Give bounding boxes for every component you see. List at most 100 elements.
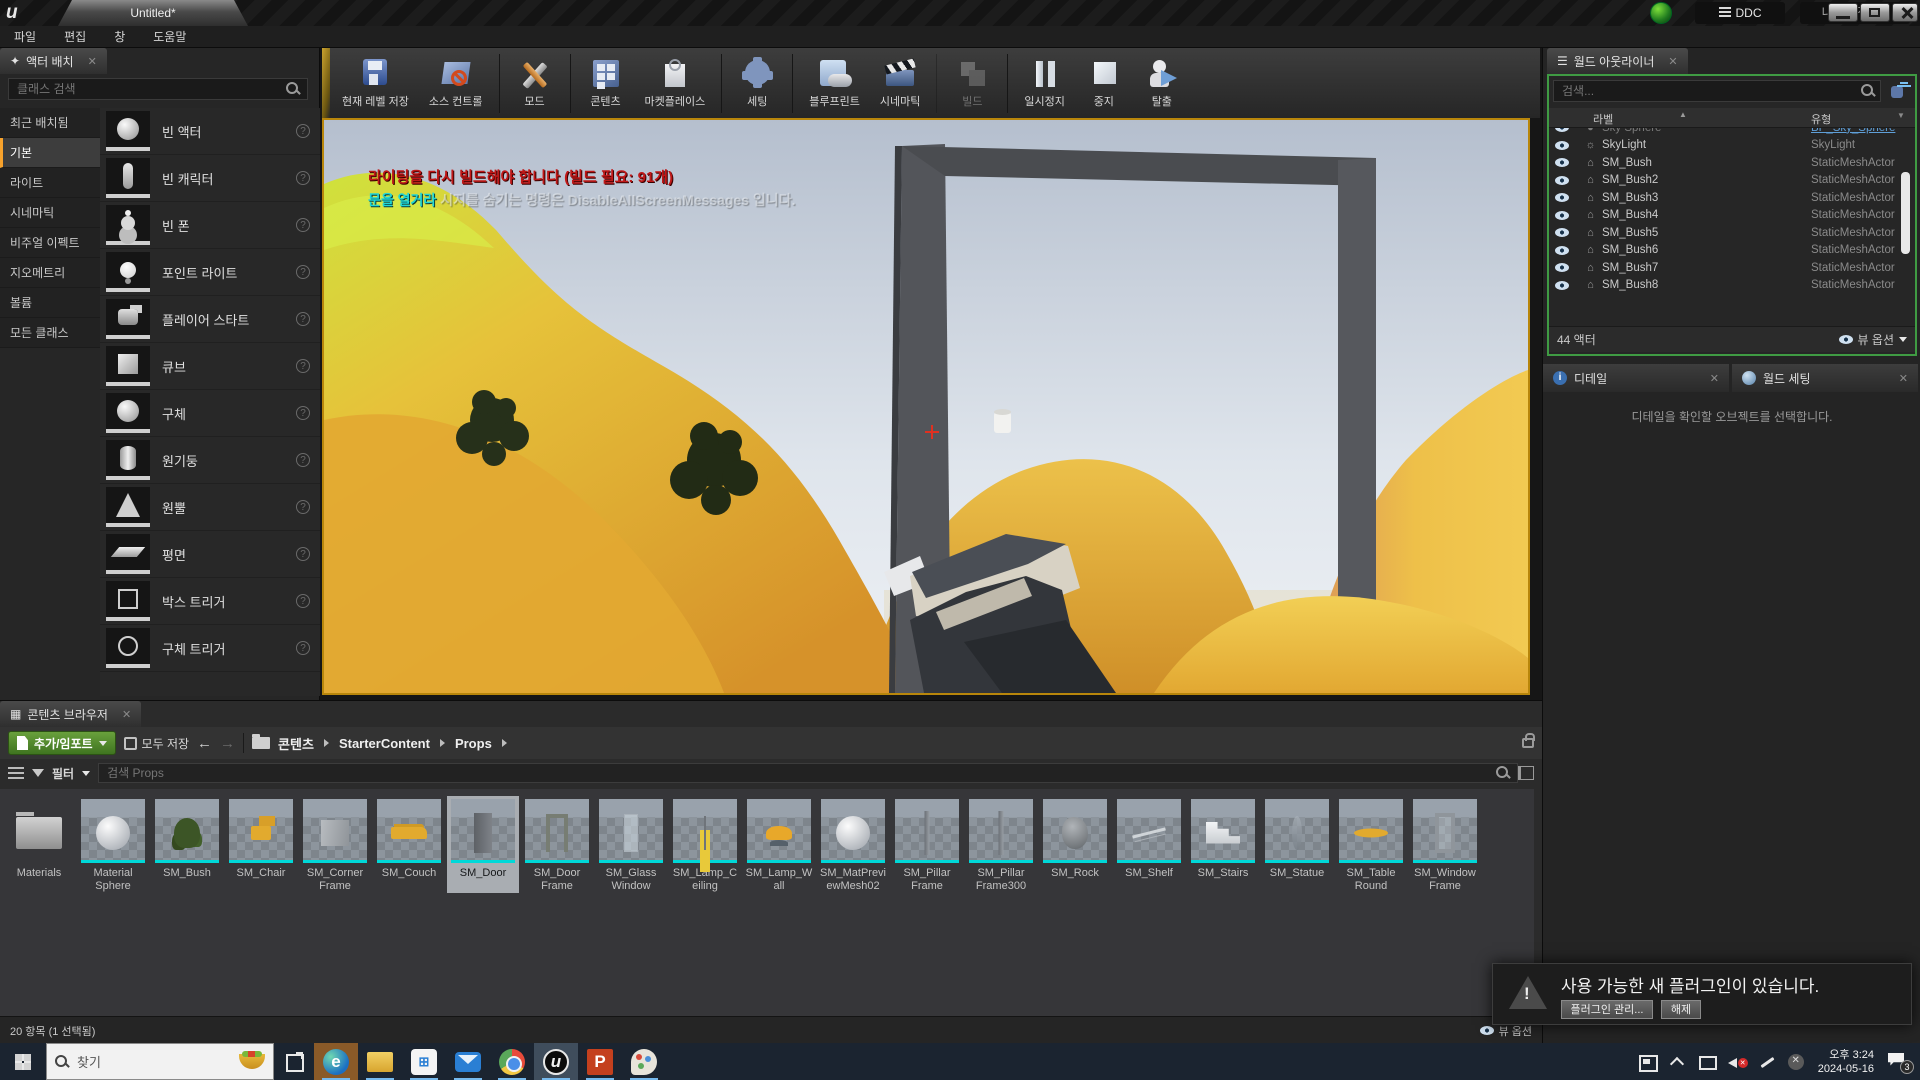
level-tab[interactable]: Untitled* <box>58 0 248 26</box>
breadcrumb-item[interactable]: StarterContent <box>339 736 430 751</box>
asset-tile[interactable]: SM_Chair <box>225 796 297 893</box>
tab-world-outliner[interactable]: ☰ 월드 아웃라이너 ✕ <box>1547 48 1688 74</box>
asset-tile[interactable]: Material Sphere <box>77 796 149 893</box>
place-category[interactable]: 모든 클래스 <box>0 318 100 348</box>
taskbar-app-button[interactable]: e <box>314 1043 358 1080</box>
toolbar-button[interactable]: 모드 <box>499 54 564 113</box>
asset-tile[interactable]: SM_MatPreviewMesh02 <box>817 796 889 893</box>
asset-tile[interactable]: SM_Door <box>447 796 519 893</box>
outliner-header[interactable]: 라벨 ▲ 유형 ▼ <box>1549 108 1915 128</box>
outliner-row[interactable]: ● Sky Sphere BP_Sky_Sphere <box>1549 128 1915 137</box>
close-icon[interactable]: ✕ <box>1668 55 1677 68</box>
place-actor-item[interactable]: 구체 트리거 ? <box>100 625 320 672</box>
back-arrow-icon[interactable]: ← <box>197 735 212 752</box>
place-category[interactable]: 기본 <box>0 138 100 168</box>
place-actor-item[interactable]: 빈 폰 ? <box>100 202 320 249</box>
close-icon[interactable]: ✕ <box>1899 372 1908 385</box>
close-icon[interactable]: ✕ <box>122 708 131 721</box>
toolbar-button[interactable]: 일시정지 <box>1007 54 1074 113</box>
place-actor-item[interactable]: 원뿔 ? <box>100 484 320 531</box>
visibility-eye-icon[interactable] <box>1555 193 1569 202</box>
visibility-eye-icon[interactable] <box>1555 128 1569 132</box>
outliner-row[interactable]: ⌂ SM_Bush2 StaticMeshActor <box>1549 172 1915 190</box>
asset-tile[interactable]: SM_Pillar Frame <box>891 796 963 893</box>
close-icon[interactable]: ✕ <box>1710 372 1719 385</box>
outliner-row[interactable]: ⌂ SM_Bush8 StaticMeshActor <box>1549 277 1915 295</box>
outliner-search-input[interactable] <box>1553 80 1881 102</box>
tab-world-settings[interactable]: 월드 세팅 ✕ <box>1732 364 1918 392</box>
place-actor-item[interactable]: 포인트 라이트 ? <box>100 249 320 296</box>
taskbar-clock[interactable]: 오후 3:24 2024-05-16 <box>1818 1048 1874 1076</box>
asset-tile[interactable]: SM_Couch <box>373 796 445 893</box>
tab-content-browser[interactable]: ▦ 콘텐츠 브라우저 ✕ <box>0 701 141 727</box>
widgets-icon[interactable] <box>1638 1054 1656 1070</box>
close-button[interactable] <box>1892 3 1918 22</box>
manage-plugins-button[interactable]: 플러그인 관리... <box>1561 1000 1653 1019</box>
taskbar-app-button[interactable] <box>446 1043 490 1080</box>
outliner-scrollbar[interactable] <box>1901 172 1910 254</box>
asset-tile[interactable]: SM_Table Round <box>1335 796 1407 893</box>
toolbar-button[interactable]: 마켓플레이스 <box>635 54 716 113</box>
visibility-eye-icon[interactable] <box>1555 176 1569 185</box>
volume-muted-icon[interactable] <box>1728 1054 1746 1070</box>
toolbar-button[interactable]: 블루프린트 <box>792 54 870 113</box>
asset-search-input[interactable] <box>98 763 1518 783</box>
outliner-row[interactable]: ☼ SkyLight SkyLight <box>1549 137 1915 155</box>
asset-tile[interactable]: SM_Window Frame <box>1409 796 1481 893</box>
taskbar-app-button[interactable] <box>490 1043 534 1080</box>
outliner-row[interactable]: ⌂ SM_Bush4 StaticMeshActor <box>1549 207 1915 225</box>
toolbar-button[interactable]: 세팅 <box>721 54 786 113</box>
type-filter-icon[interactable]: ▼ <box>1897 111 1905 120</box>
outliner-row[interactable]: ⌂ SM_Bush6 StaticMeshActor <box>1549 242 1915 260</box>
toolbar-button[interactable]: 시네마틱 <box>870 54 930 113</box>
pen-icon[interactable] <box>1758 1054 1776 1070</box>
restore-button[interactable] <box>1860 3 1890 22</box>
tab-place-actors[interactable]: ✦ 액터 배치 ✕ <box>0 48 107 74</box>
toolbar-button[interactable]: 콘텐츠 <box>570 54 635 113</box>
breadcrumb-item[interactable]: Props <box>455 736 492 751</box>
outliner-row[interactable]: ⌂ SM_Bush StaticMeshActor <box>1549 154 1915 172</box>
toolbar-button[interactable]: 현재 레벨 저장 <box>332 54 419 113</box>
visibility-eye-icon[interactable] <box>1555 281 1569 290</box>
outliner-row[interactable]: ⌂ SM_Bush5 StaticMeshActor <box>1549 224 1915 242</box>
place-actor-item[interactable]: 빈 액터 ? <box>100 108 320 155</box>
place-category[interactable]: 비주얼 이펙트 <box>0 228 100 258</box>
asset-tile[interactable]: SM_Bush <box>151 796 223 893</box>
action-center-button[interactable]: 3 <box>1886 1052 1912 1072</box>
asset-tile[interactable]: Materials <box>3 796 75 893</box>
asset-tile[interactable]: SM_Pillar Frame300 <box>965 796 1037 893</box>
taskbar-app-button[interactable] <box>622 1043 666 1080</box>
sources-panel-icon[interactable] <box>8 767 24 779</box>
taskbar-search[interactable]: 찾기 <box>46 1043 274 1080</box>
place-actor-item[interactable]: 원기둥 ? <box>100 437 320 484</box>
filter-icon[interactable] <box>32 769 44 777</box>
taskbar-app-button[interactable]: P <box>578 1043 622 1080</box>
place-actor-item[interactable]: 박스 트리거 ? <box>100 578 320 625</box>
tutorial-icon[interactable] <box>1650 2 1672 24</box>
taskbar-app-button[interactable]: u <box>534 1043 578 1080</box>
toolbar-button[interactable]: 빌드 <box>936 54 1001 113</box>
place-actor-item[interactable]: 구체 ? <box>100 390 320 437</box>
toolbar-button[interactable]: 소스 컨트롤 <box>419 54 493 113</box>
place-category[interactable]: 라이트 <box>0 168 100 198</box>
place-actor-item[interactable]: 큐브 ? <box>100 343 320 390</box>
visibility-eye-icon[interactable] <box>1555 246 1569 255</box>
place-actor-item[interactable]: 빈 캐릭터 ? <box>100 155 320 202</box>
visibility-eye-icon[interactable] <box>1555 141 1569 150</box>
minimize-button[interactable] <box>1828 3 1858 22</box>
add-actor-icon[interactable] <box>1889 82 1909 100</box>
filter-button[interactable]: 필터 <box>52 765 74 782</box>
place-category[interactable]: 시네마틱 <box>0 198 100 228</box>
close-icon[interactable]: ✕ <box>88 55 97 68</box>
menu-item[interactable]: 도움말 <box>139 28 200 45</box>
tab-details[interactable]: i 디테일 ✕ <box>1543 364 1729 392</box>
forward-arrow-icon[interactable]: → <box>220 735 235 752</box>
add-import-button[interactable]: 추가/임포트 <box>8 731 116 755</box>
ddc-button[interactable]: DDC <box>1695 2 1785 24</box>
task-view-button[interactable] <box>274 1043 314 1080</box>
asset-tile[interactable]: SM_Rock <box>1039 796 1111 893</box>
place-actor-item[interactable]: 플레이어 스타트 ? <box>100 296 320 343</box>
save-all-button[interactable]: 모두 저장 <box>124 735 190 752</box>
visibility-eye-icon[interactable] <box>1555 228 1569 237</box>
asset-tile[interactable]: SM_Door Frame <box>521 796 593 893</box>
